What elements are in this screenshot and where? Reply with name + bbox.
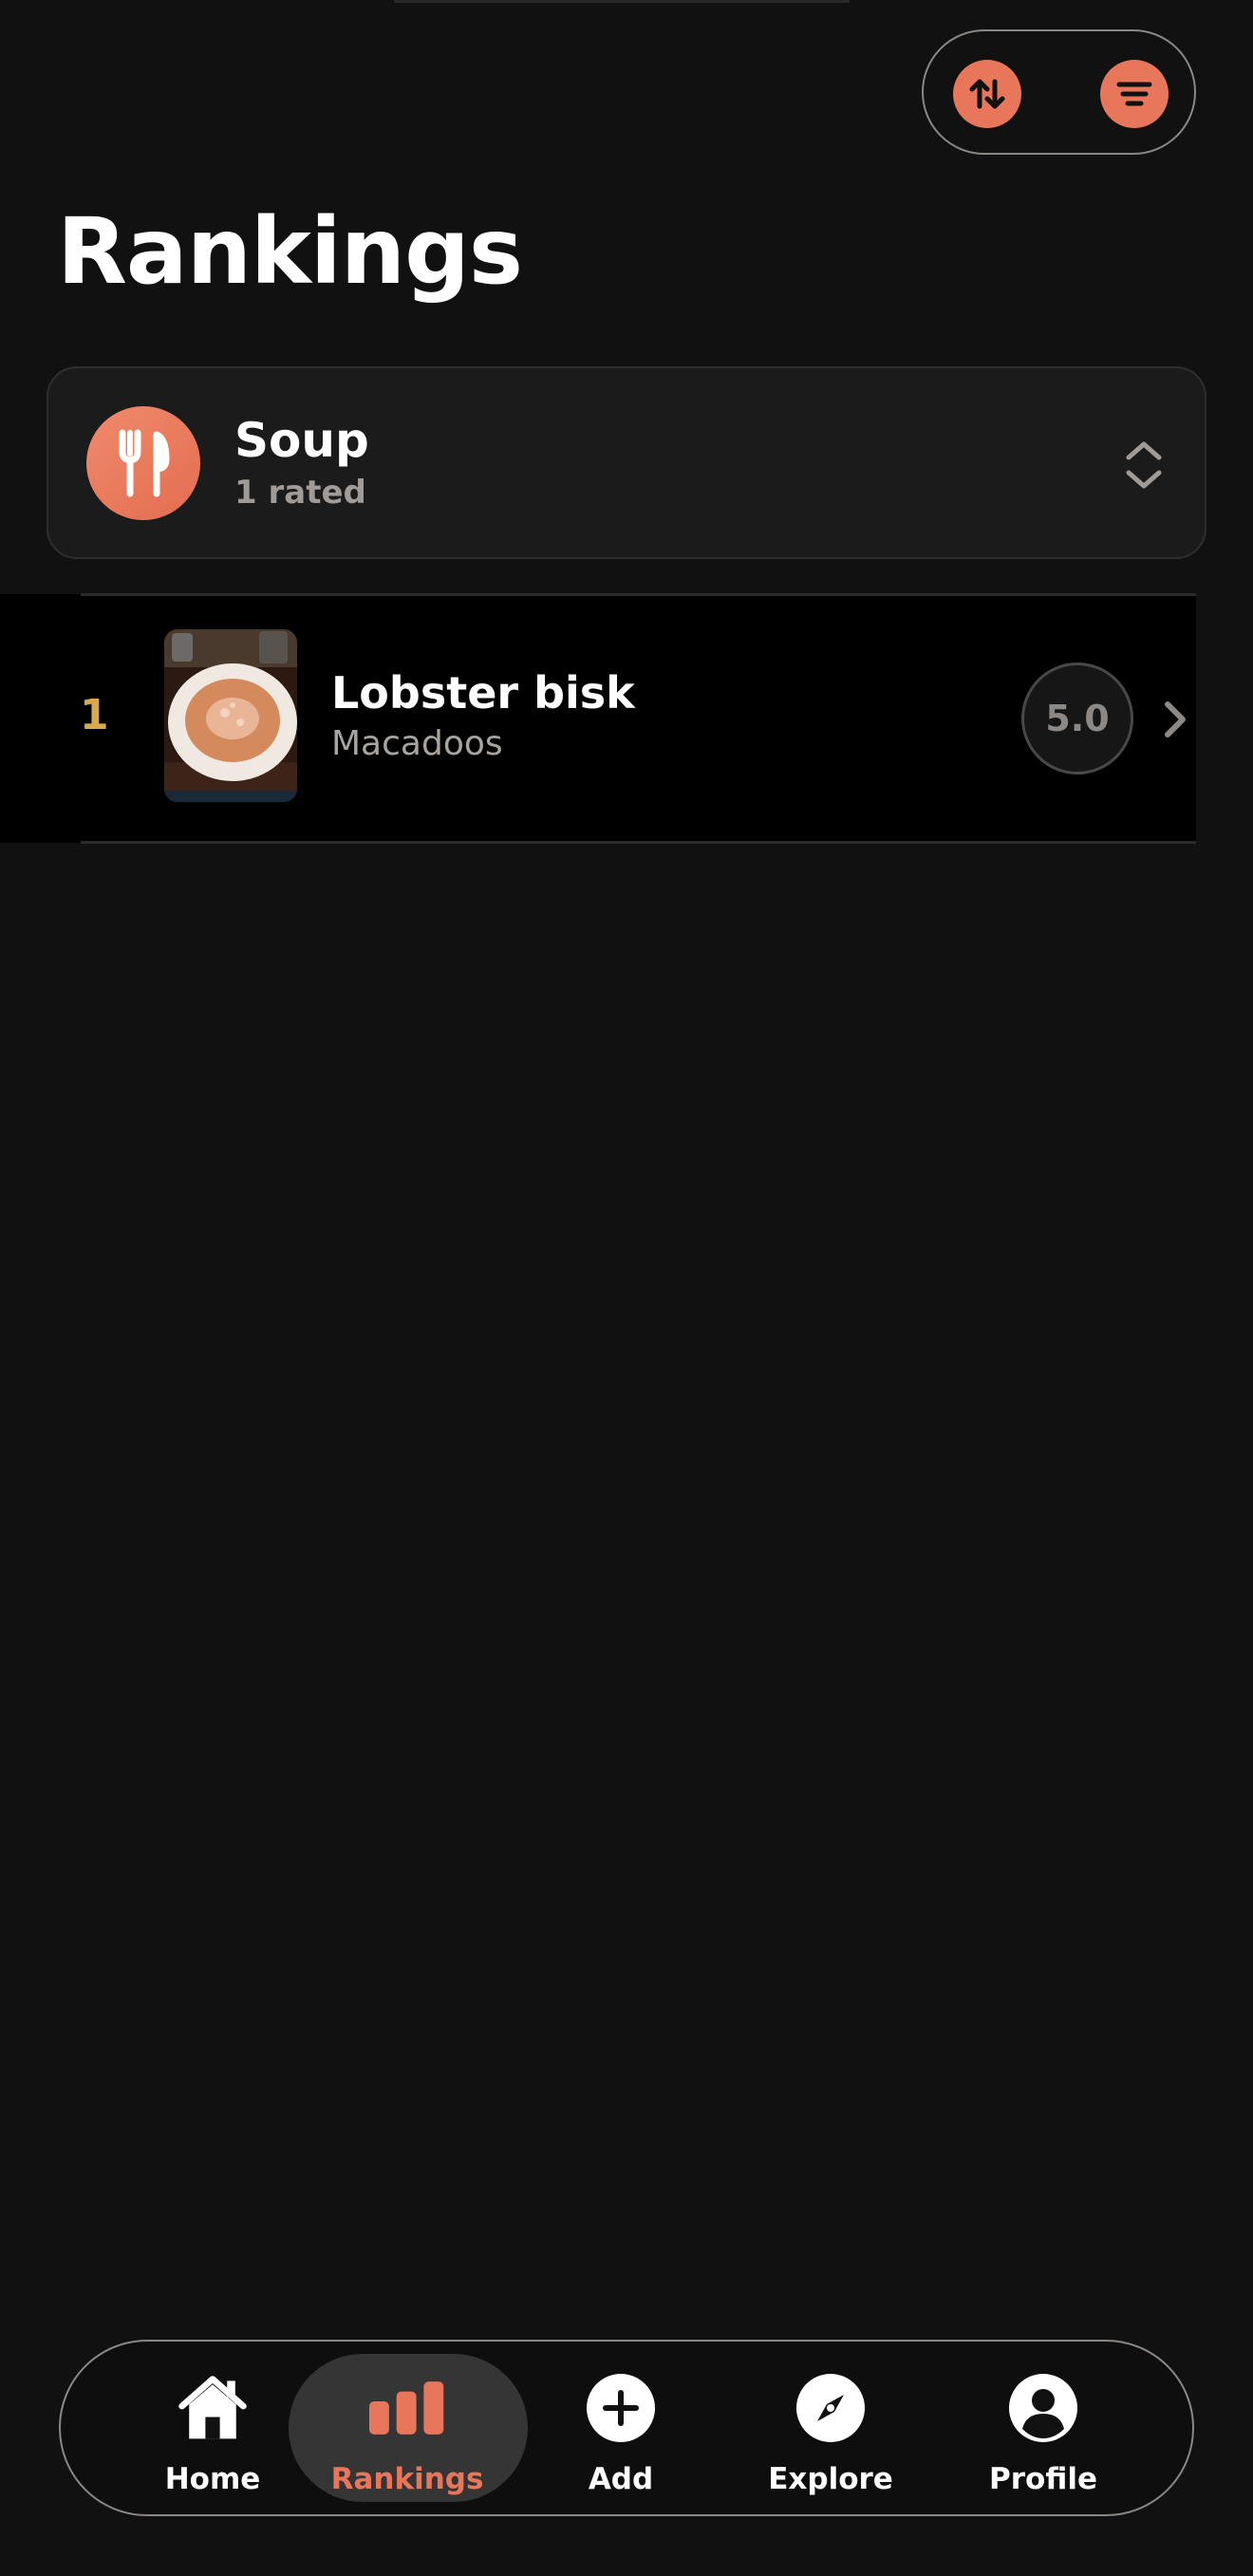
tab-label: Profile: [989, 2462, 1097, 2496]
chevron-right-icon: [1165, 701, 1186, 737]
category-count: 1 rated: [234, 474, 366, 512]
dish-name: Lobster bisk: [331, 667, 635, 719]
filter-lines-icon: [1116, 82, 1152, 106]
ranking-row[interactable]: 1 Lobster bisk Macadoos 5.0: [0, 594, 1196, 843]
tab-add[interactable]: Add: [573, 2342, 668, 2514]
compass-icon: [793, 2370, 869, 2446]
restaurant-name: Macadoos: [331, 724, 503, 763]
category-selector[interactable]: Soup 1 rated: [47, 366, 1206, 559]
score-badge: 5.0: [1021, 663, 1133, 775]
tab-label: Add: [588, 2462, 654, 2496]
status-bar-indicator: [394, 0, 850, 3]
chevron-up-down-icon: [1126, 441, 1162, 489]
header-actions: [922, 29, 1196, 155]
plus-circle-icon: [583, 2370, 659, 2446]
fork-knife-icon: [119, 429, 170, 497]
category-name: Soup: [234, 413, 369, 468]
tab-profile[interactable]: Profile: [989, 2342, 1097, 2514]
bar-chart-icon: [369, 2370, 445, 2446]
sort-arrows-icon: [969, 79, 1005, 109]
dish-photo: [164, 629, 297, 802]
list-divider: [81, 841, 1196, 844]
tab-label: Home: [164, 2462, 261, 2496]
rank-number: 1: [80, 691, 109, 739]
tab-label: Explore: [768, 2462, 893, 2496]
sort-button[interactable]: [953, 60, 1021, 128]
person-circle-icon: [1005, 2370, 1081, 2446]
tab-home[interactable]: Home: [137, 2342, 289, 2514]
bottom-tab-bar: Home Rankings Add Explore Profile: [59, 2340, 1194, 2516]
house-icon: [175, 2370, 251, 2446]
list-divider: [81, 593, 1196, 596]
filter-button[interactable]: [1100, 60, 1169, 128]
tab-explore[interactable]: Explore: [768, 2342, 893, 2514]
page-title: Rankings: [57, 198, 523, 305]
tab-label: Rankings: [330, 2462, 484, 2496]
tab-rankings[interactable]: Rankings: [331, 2342, 483, 2514]
category-icon: [86, 406, 200, 520]
